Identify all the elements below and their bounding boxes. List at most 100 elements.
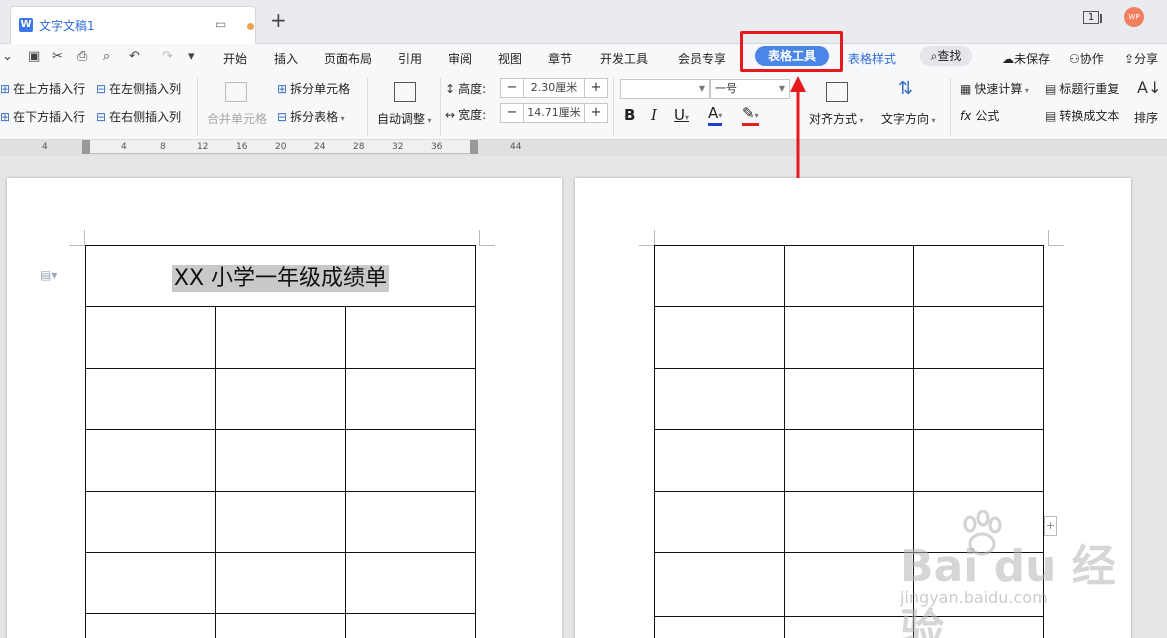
table-title-cell[interactable]: XX 小学一年级成绩单 <box>85 245 476 307</box>
paragraph-handle-icon[interactable]: ▤▾ <box>40 268 57 282</box>
table-cell[interactable] <box>654 306 785 369</box>
bold-button[interactable]: B <box>624 106 635 124</box>
table-cell[interactable] <box>215 306 346 369</box>
table-cell[interactable] <box>654 245 785 307</box>
split-table-button[interactable]: ⊟ 拆分表格 ▾ <box>277 108 345 125</box>
font-size-select[interactable]: 一号 ▼ <box>710 79 790 99</box>
left-indent-marker[interactable] <box>82 140 90 154</box>
tab-page-layout[interactable]: 页面布局 <box>324 50 372 67</box>
collaborate-button[interactable]: ⚇协作 <box>1069 50 1104 67</box>
table-cell[interactable] <box>85 491 216 553</box>
table-cell[interactable] <box>345 306 476 369</box>
insert-column-right-button[interactable]: ⊟ 在右侧插入列 <box>96 108 181 125</box>
table-cell[interactable] <box>784 306 914 369</box>
ruler[interactable]: 4 4 8 12 16 20 24 28 32 36 44 <box>0 140 1167 156</box>
height-value[interactable]: 2.30厘米 <box>523 79 585 97</box>
formula-button[interactable]: fx 公式 <box>960 107 999 124</box>
unsaved-button[interactable]: ☁未保存 <box>1002 50 1050 67</box>
tab-references[interactable]: 引用 <box>398 50 422 67</box>
merge-cells-button[interactable]: 合并单元格 <box>207 110 267 127</box>
undo-icon[interactable]: ↶ <box>129 49 140 64</box>
underline-button[interactable]: U▾ <box>674 106 689 124</box>
tab-membership[interactable]: 会员专享 <box>678 50 726 67</box>
sort-button[interactable]: 排序 <box>1134 109 1158 126</box>
table-cell[interactable] <box>345 491 476 553</box>
table-cell[interactable] <box>654 552 785 617</box>
table-cell[interactable] <box>85 368 216 430</box>
avatar[interactable]: WP <box>1124 7 1144 27</box>
cut-icon[interactable]: ✂ <box>52 49 63 64</box>
height-stepper[interactable]: − 2.30厘米 + <box>500 78 608 98</box>
ruler-tick: 36 <box>431 142 443 152</box>
table-cell[interactable] <box>784 245 914 307</box>
table-cell[interactable] <box>215 491 346 553</box>
table-cell[interactable] <box>913 245 1044 307</box>
save-icon[interactable]: ▣ <box>28 49 40 64</box>
insert-row-below-button[interactable]: ⊞ 在下方插入行 <box>0 108 85 125</box>
chevron-down-icon[interactable]: ⌄ <box>2 49 13 64</box>
table-cell[interactable] <box>913 429 1044 492</box>
customize-toolbar-icon[interactable]: ▾ <box>188 49 195 64</box>
table-cell[interactable] <box>654 491 785 553</box>
table-cell[interactable] <box>654 368 785 430</box>
table-cell[interactable] <box>215 429 346 492</box>
page-count-icon[interactable]: 1 <box>1083 11 1102 24</box>
text-direction-button[interactable]: 文字方向 ▾ <box>881 110 936 127</box>
font-name-select[interactable]: ▼ <box>620 79 710 99</box>
quick-calc-button[interactable]: ▦ 快速计算 ▾ <box>960 80 1029 97</box>
table-cell[interactable] <box>215 552 346 614</box>
score-table[interactable]: XX 小学一年级成绩单 <box>85 245 476 638</box>
font-color-button[interactable]: A▾ <box>708 106 723 126</box>
table-cell[interactable] <box>345 368 476 430</box>
repeat-header-button[interactable]: ▤ 标题行重复 <box>1045 80 1119 97</box>
italic-button[interactable]: I <box>651 106 657 124</box>
tab-table-tools[interactable]: 表格工具 <box>755 46 829 66</box>
document-tab[interactable]: W 文字文稿1 ▭ <box>10 6 256 44</box>
auto-fit-button[interactable]: 自动调整 ▾ <box>377 110 432 127</box>
width-value[interactable]: 14.71厘米 <box>523 104 585 122</box>
tab-developer[interactable]: 开发工具 <box>600 50 648 67</box>
table-cell[interactable] <box>215 368 346 430</box>
tab-table-style[interactable]: 表格样式 <box>848 50 896 67</box>
redo-icon[interactable]: ↷ <box>162 49 173 64</box>
table-cell[interactable] <box>345 552 476 614</box>
width-stepper[interactable]: − 14.71厘米 + <box>500 103 608 123</box>
table-cell[interactable] <box>345 613 476 638</box>
table-cell[interactable] <box>654 616 785 638</box>
tab-review[interactable]: 审阅 <box>448 50 472 67</box>
table-cell[interactable] <box>345 429 476 492</box>
new-tab-button[interactable]: + <box>270 10 287 30</box>
search-button[interactable]: ⌕查找 <box>920 46 972 66</box>
height-increase-button[interactable]: + <box>585 79 607 97</box>
convert-text-button[interactable]: ▤ 转换成文本 <box>1045 107 1119 124</box>
document-page[interactable]: XX 小学一年级成绩单 <box>7 178 562 638</box>
table-cell[interactable] <box>784 368 914 430</box>
monitor-icon[interactable]: ▭ <box>215 17 226 31</box>
tab-insert[interactable]: 插入 <box>274 50 298 67</box>
right-indent-marker[interactable] <box>470 140 478 154</box>
share-button[interactable]: ⇪分享 <box>1124 50 1158 67</box>
table-cell[interactable] <box>913 306 1044 369</box>
tab-home[interactable]: 开始 <box>223 50 247 67</box>
width-increase-button[interactable]: + <box>585 104 607 122</box>
tab-view[interactable]: 视图 <box>498 50 522 67</box>
width-decrease-button[interactable]: − <box>501 104 523 122</box>
align-button[interactable]: 对齐方式 ▾ <box>809 110 864 127</box>
table-cell[interactable] <box>85 552 216 614</box>
insert-row-above-button[interactable]: ⊞ 在上方插入行 <box>0 80 85 97</box>
split-cells-icon: ⊞ <box>277 82 288 96</box>
highlight-color-button[interactable]: ✎▾ <box>742 106 759 126</box>
table-cell[interactable] <box>85 613 216 638</box>
height-decrease-button[interactable]: − <box>501 79 523 97</box>
tab-sections[interactable]: 章节 <box>548 50 572 67</box>
table-cell[interactable] <box>784 429 914 492</box>
print-icon[interactable]: ⎙ <box>77 49 87 64</box>
table-cell[interactable] <box>913 368 1044 430</box>
table-cell[interactable] <box>85 429 216 492</box>
table-cell[interactable] <box>85 306 216 369</box>
split-cells-button[interactable]: ⊞ 拆分单元格 <box>277 80 350 97</box>
print-preview-icon[interactable]: ⌕ <box>103 49 110 64</box>
table-cell[interactable] <box>654 429 785 492</box>
table-cell[interactable] <box>215 613 346 638</box>
insert-column-left-button[interactable]: ⊟ 在左侧插入列 <box>96 80 181 97</box>
